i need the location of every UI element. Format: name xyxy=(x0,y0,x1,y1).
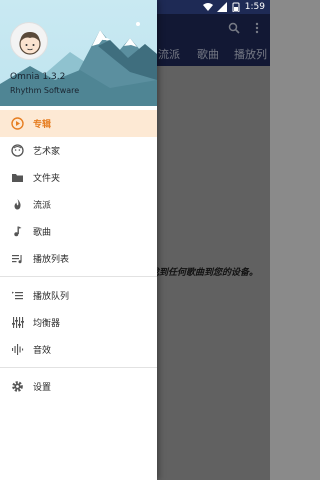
drawer-item-label: 播放列表 xyxy=(33,255,70,265)
settings-icon xyxy=(12,381,23,392)
navigation-drawer: Omnia 1.3.2 Rhythm Software 专辑 艺术家 文件夹 流… xyxy=(0,0,157,480)
drawer-item-label: 音效 xyxy=(33,346,52,356)
drawer-item-genres[interactable]: 流派 xyxy=(0,191,157,218)
drawer-item-label: 歌曲 xyxy=(33,228,52,238)
audio-effects-icon xyxy=(12,344,24,355)
signal-icon xyxy=(216,2,227,12)
drawer-item-settings[interactable]: 设置 xyxy=(0,373,157,400)
drawer-header: Omnia 1.3.2 Rhythm Software xyxy=(0,0,157,106)
divider xyxy=(0,367,157,368)
drawer-item-folders[interactable]: 文件夹 xyxy=(0,164,157,191)
clock: 1:59 xyxy=(244,2,265,12)
folder-icon xyxy=(12,174,23,182)
drawer-item-albums[interactable]: 专辑 xyxy=(0,110,157,137)
artist-icon xyxy=(11,144,24,157)
drawer-item-label: 专辑 xyxy=(33,120,52,130)
battery-icon xyxy=(232,2,240,12)
drawer-item-audio-effects[interactable]: 音效 xyxy=(0,336,157,363)
drawer-menu: 专辑 艺术家 文件夹 流派 歌曲 播放列表 播放队列 均衡器 音效 设置 xyxy=(0,110,157,400)
genre-icon xyxy=(14,199,21,210)
drawer-item-songs[interactable]: 歌曲 xyxy=(0,218,157,245)
divider xyxy=(0,276,157,277)
song-icon xyxy=(14,226,22,237)
drawer-item-play-queue[interactable]: 播放队列 xyxy=(0,282,157,309)
drawer-item-label: 均衡器 xyxy=(33,319,61,329)
avatar[interactable] xyxy=(10,22,48,60)
avatar-face-icon xyxy=(19,32,41,55)
drawer-item-label: 艺术家 xyxy=(33,147,61,157)
album-icon xyxy=(11,117,24,130)
equalizer-icon xyxy=(12,317,24,328)
wifi-icon xyxy=(202,3,213,11)
system-status: 1:59 xyxy=(202,1,265,13)
drawer-item-artists[interactable]: 艺术家 xyxy=(0,137,157,164)
drawer-item-equalizer[interactable]: 均衡器 xyxy=(0,309,157,336)
drawer-item-label: 流派 xyxy=(33,201,52,211)
drawer-item-label: 播放队列 xyxy=(33,292,70,302)
queue-icon xyxy=(12,291,23,300)
drawer-item-label: 设置 xyxy=(33,383,52,393)
app-name: Omnia 1.3.2 xyxy=(10,72,66,82)
developer-name: Rhythm Software xyxy=(10,86,80,95)
playlist-icon xyxy=(12,255,22,264)
drawer-item-playlists[interactable]: 播放列表 xyxy=(0,245,157,272)
drawer-item-label: 文件夹 xyxy=(33,174,61,184)
